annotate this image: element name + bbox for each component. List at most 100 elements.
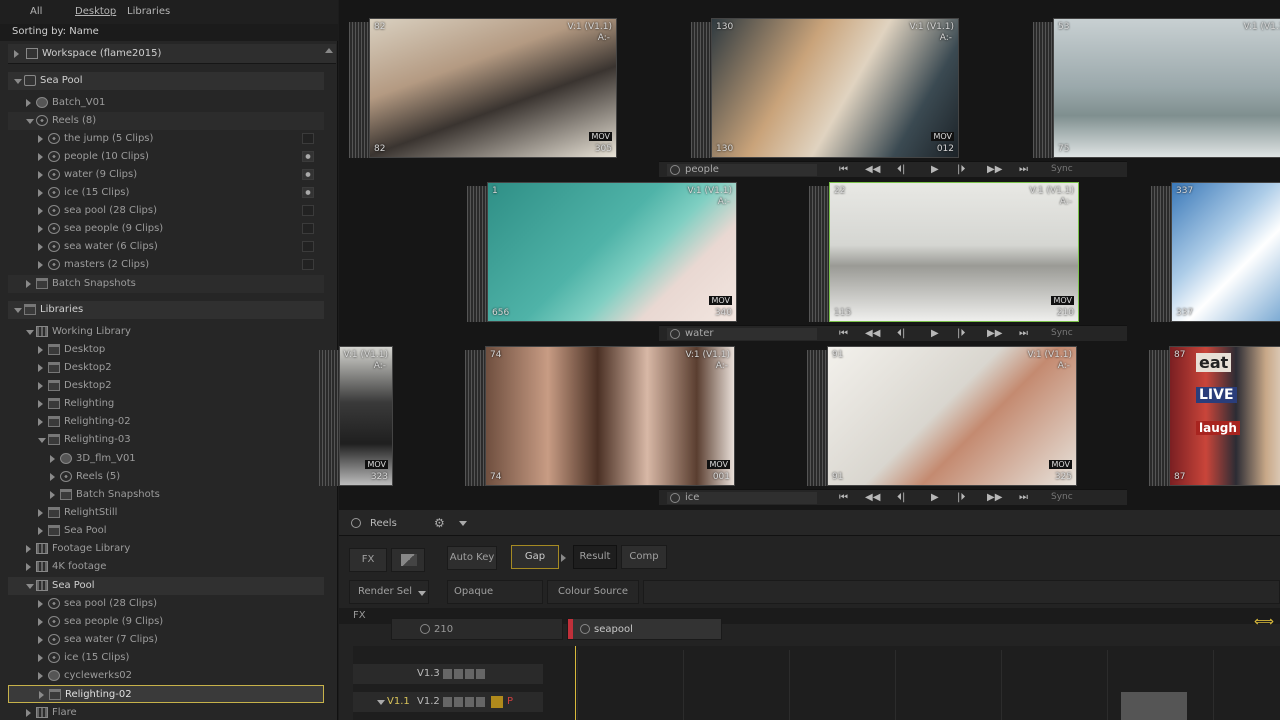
chevron-down-icon[interactable] <box>377 700 385 705</box>
clip-thumbnail[interactable]: 82 V:1 (V1.1) A:- 82 305 MOV <box>369 18 617 158</box>
track-toggles-icon[interactable] <box>443 669 487 679</box>
tree-item[interactable]: Desktop2 <box>8 359 324 377</box>
expand-arrow-icon[interactable] <box>38 207 43 215</box>
collapse-arrow-icon[interactable] <box>14 308 22 313</box>
tree-item[interactable]: sea water (6 Clips) <box>8 238 324 256</box>
visibility-eye-icon[interactable] <box>302 259 314 270</box>
expand-arrow-icon[interactable] <box>38 225 43 233</box>
go-end-icon[interactable]: ⏭ <box>1019 492 1028 503</box>
sequence-name-tab[interactable]: seapool <box>567 618 722 640</box>
tree-item[interactable]: Libraries <box>8 301 324 319</box>
step-forward-icon[interactable]: |⏵ <box>957 492 965 503</box>
go-start-icon[interactable]: ⏮ <box>839 328 848 339</box>
reels-label[interactable]: Reels <box>370 518 397 529</box>
fx-row-label[interactable]: FX <box>353 610 366 621</box>
expand-arrow-icon[interactable] <box>38 527 43 535</box>
expand-arrow-icon[interactable] <box>38 153 43 161</box>
collapse-arrow-icon[interactable] <box>26 584 34 589</box>
tab-desktop[interactable]: Desktop <box>75 6 116 17</box>
expand-arrow-icon[interactable] <box>38 261 43 269</box>
tree-item[interactable]: Batch_V01 <box>8 94 324 112</box>
tree-item[interactable]: ice (15 Clips) <box>8 649 324 667</box>
resize-handle-icon[interactable]: ⟺ <box>1254 614 1274 630</box>
expand-arrow-icon[interactable] <box>26 563 31 571</box>
go-end-icon[interactable]: ⏭ <box>1019 164 1028 175</box>
expand-arrow-icon[interactable] <box>50 491 55 499</box>
tree-item[interactable]: sea water (7 Clips) <box>8 631 324 649</box>
visibility-eye-icon[interactable] <box>302 187 314 198</box>
expand-arrow-icon[interactable] <box>39 691 44 699</box>
expand-arrow-icon[interactable] <box>26 280 31 288</box>
expand-arrow-icon[interactable] <box>38 600 43 608</box>
expand-arrow-icon[interactable] <box>14 50 19 58</box>
tree-item[interactable]: Footage Library <box>8 540 324 558</box>
collapse-arrow-icon[interactable] <box>26 330 34 335</box>
opaque-field[interactable]: Opaque <box>447 580 543 604</box>
tree-item[interactable]: Reels (8) <box>8 112 324 130</box>
expand-arrow-icon[interactable] <box>38 418 43 426</box>
clip-thumbnail[interactable]: 22 V:1 (V1.1) A:- 115 210 MOV <box>829 182 1079 322</box>
reel-name-field[interactable]: water <box>667 328 817 340</box>
sync-button[interactable]: Sync <box>1051 164 1073 174</box>
expand-arrow-icon[interactable] <box>38 636 43 644</box>
tree-item[interactable]: Reels (5) <box>8 468 324 486</box>
playhead[interactable] <box>575 646 576 720</box>
colour-source-field[interactable]: Colour Source <box>547 580 639 604</box>
expand-arrow-icon[interactable] <box>38 243 43 251</box>
collapse-arrow-icon[interactable] <box>26 119 34 124</box>
tree-item[interactable]: Batch Snapshots <box>8 275 324 293</box>
expand-arrow-icon[interactable] <box>38 135 43 143</box>
tree-item[interactable]: Relighting <box>8 395 324 413</box>
tree-item[interactable]: Relighting-02 <box>8 413 324 431</box>
tree-item[interactable]: ice (15 Clips) <box>8 184 324 202</box>
tab-all[interactable]: All <box>30 6 42 17</box>
tree-item[interactable]: Flare <box>8 704 324 720</box>
reel-name-field[interactable]: people <box>667 164 817 176</box>
tree-item[interactable]: water (9 Clips) <box>8 166 324 184</box>
expand-arrow-icon[interactable] <box>50 455 55 463</box>
step-forward-icon[interactable]: |⏵ <box>957 328 965 339</box>
track-header-v13[interactable]: V1.3 <box>353 664 543 684</box>
comp-button[interactable]: Comp <box>621 545 667 569</box>
scroll-up-icon[interactable] <box>325 48 333 53</box>
clip-thumbnail[interactable]: 337 337 <box>1171 182 1280 322</box>
tree-item[interactable]: masters (2 Clips) <box>8 256 324 274</box>
expand-arrow-icon[interactable] <box>38 672 43 680</box>
expand-arrow-icon[interactable] <box>38 618 43 626</box>
expand-arrow-icon[interactable] <box>38 382 43 390</box>
go-start-icon[interactable]: ⏮ <box>839 164 848 175</box>
tree-item[interactable]: Batch Snapshots <box>8 486 324 504</box>
auto-key-button[interactable]: Auto Key <box>447 546 497 570</box>
rewind-icon[interactable]: ◀◀ <box>865 164 880 175</box>
reel-name-field[interactable]: ice <box>667 492 817 504</box>
play-icon[interactable]: ▶ <box>931 492 939 503</box>
expand-arrow-icon[interactable] <box>38 364 43 372</box>
tree-item[interactable]: Desktop2 <box>8 377 324 395</box>
rewind-icon[interactable]: ◀◀ <box>865 328 880 339</box>
gap-button[interactable]: Gap <box>511 545 559 569</box>
visibility-eye-icon[interactable] <box>302 223 314 234</box>
tree-item[interactable]: Desktop <box>8 341 324 359</box>
fast-forward-icon[interactable]: ▶▶ <box>987 492 1002 503</box>
sorting-bar[interactable]: Sorting by: Name <box>0 24 338 41</box>
clip-thumbnail[interactable]: 130 V:1 (V1.1) A:- 130 012 MOV <box>711 18 959 158</box>
expand-arrow-icon[interactable] <box>38 654 43 662</box>
go-start-icon[interactable]: ⏮ <box>839 492 848 503</box>
track-primary-label[interactable]: P <box>507 696 513 707</box>
clip-thumbnail[interactable]: 1 V:1 (V1.1) A:- 656 340 MOV <box>487 182 737 322</box>
clip-thumbnail[interactable]: 74 V:1 (V1.1) A:- 74 001 MOV <box>485 346 735 486</box>
expand-arrow-icon[interactable] <box>38 171 43 179</box>
expand-arrow-icon[interactable] <box>38 509 43 517</box>
tree-item[interactable]: sea people (9 Clips) <box>8 220 324 238</box>
tree-item[interactable]: the jump (5 Clips) <box>8 130 324 148</box>
result-button[interactable]: Result <box>573 545 617 569</box>
tree-item[interactable]: cyclewerks02 <box>8 667 324 685</box>
fast-forward-icon[interactable]: ▶▶ <box>987 328 1002 339</box>
fast-forward-icon[interactable]: ▶▶ <box>987 164 1002 175</box>
expand-arrow-icon[interactable] <box>38 400 43 408</box>
clip-thumbnail[interactable]: 53 V:1 (V1.1) 75 <box>1053 18 1280 158</box>
expand-arrow-icon[interactable] <box>26 545 31 553</box>
render-sel-dropdown[interactable]: Render Sel <box>349 580 429 604</box>
track-lock-icon[interactable] <box>491 696 503 708</box>
tree-item[interactable]: sea people (9 Clips) <box>8 613 324 631</box>
